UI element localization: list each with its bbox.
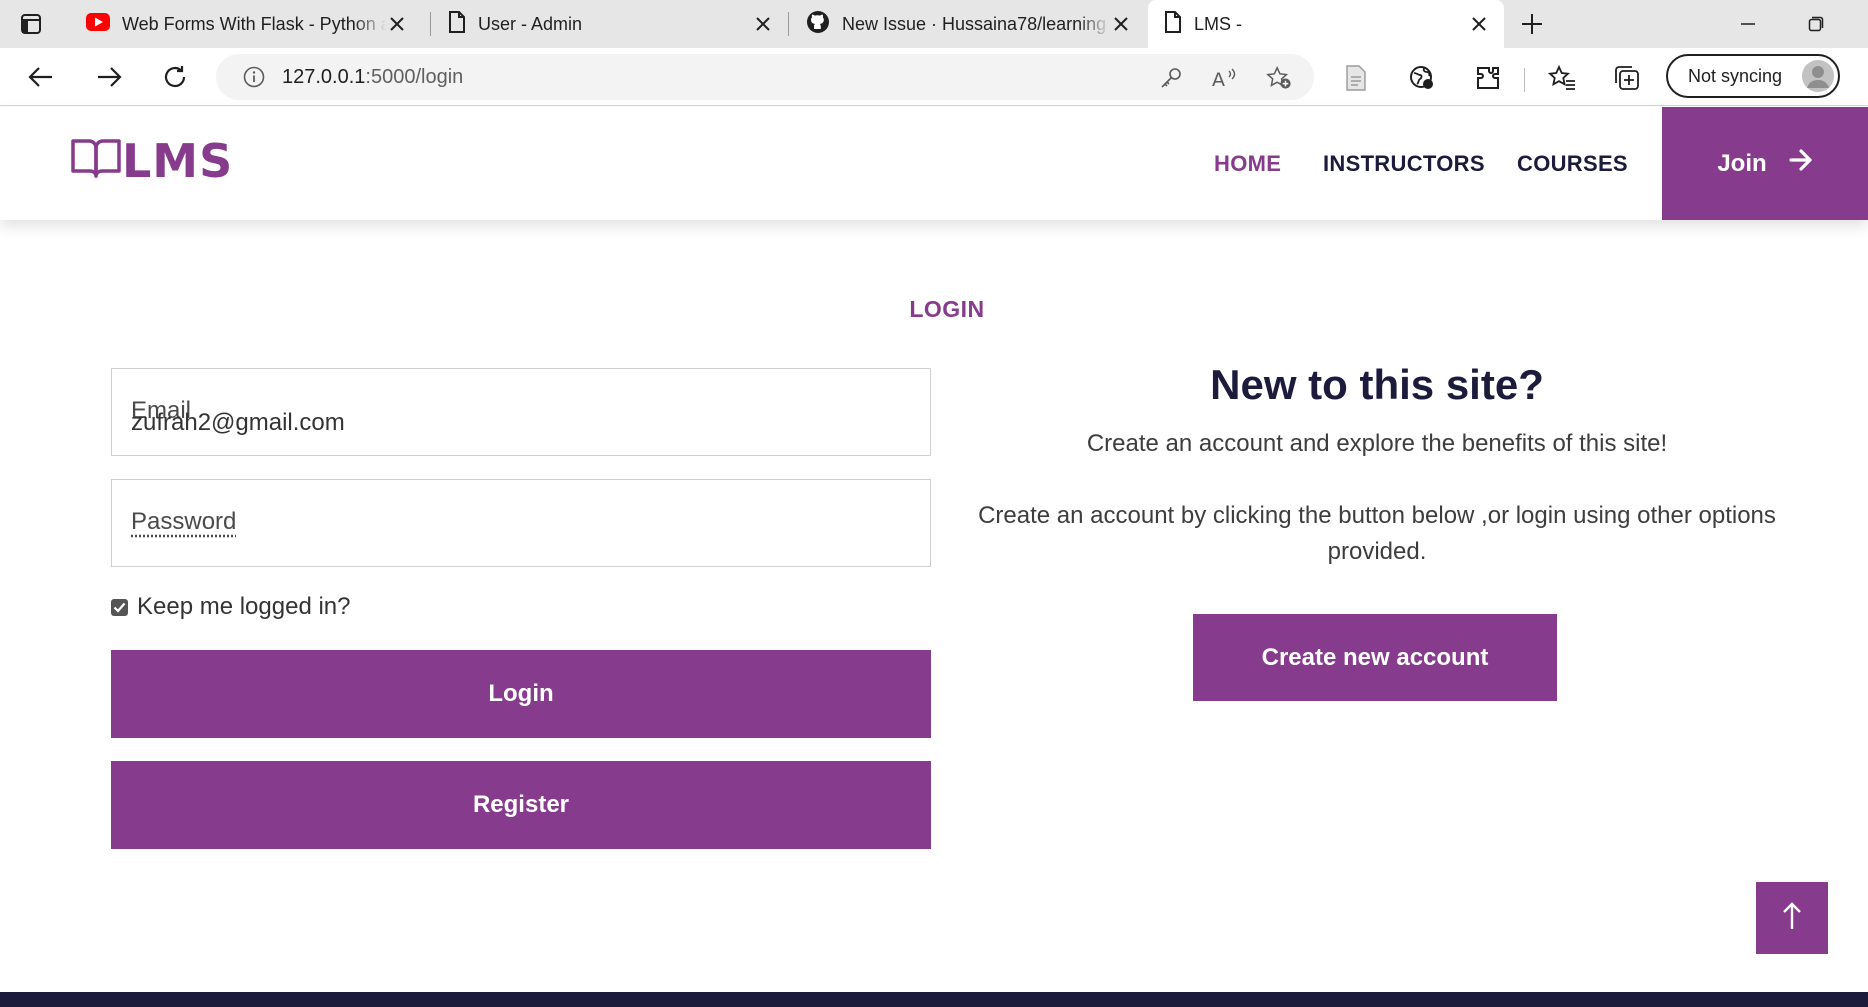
read-aloud-icon[interactable]: A (1212, 65, 1238, 91)
page-icon (1164, 10, 1182, 38)
svg-text:A: A (1212, 69, 1225, 90)
page-title: LOGIN (909, 296, 985, 322)
nav-item-courses[interactable]: COURSES (1517, 151, 1628, 177)
reload-icon[interactable] (160, 62, 190, 92)
close-icon[interactable] (386, 13, 408, 35)
youtube-icon (86, 12, 110, 36)
address-bar[interactable]: 127.0.0.1:5000/login (216, 54, 1314, 100)
sync-label: Not syncing (1688, 65, 1783, 86)
minimize-icon[interactable] (1736, 12, 1760, 36)
tab-lms[interactable]: LMS - (1148, 0, 1504, 48)
nav-item-instructors[interactable]: INSTRUCTORS (1323, 151, 1485, 177)
add-favorite-icon[interactable] (1266, 65, 1292, 91)
tab-separator (430, 12, 431, 36)
close-icon[interactable] (1110, 13, 1132, 35)
join-button[interactable]: Join (1662, 107, 1868, 220)
favorites-icon[interactable] (1548, 64, 1576, 92)
arrow-up-icon (1781, 901, 1803, 936)
url-text[interactable]: 127.0.0.1:5000/login (282, 66, 463, 89)
signup-text-1: Create an account and explore the benefi… (1086, 430, 1668, 458)
github-icon (806, 10, 830, 39)
tab-title: LMS - (1194, 13, 1243, 34)
join-label: Join (1717, 149, 1767, 177)
tab-new-issue[interactable]: New Issue · Hussaina78/learning (790, 0, 1146, 48)
email-field[interactable]: Email zufrah2@gmail.com (111, 368, 931, 456)
book-icon (70, 137, 122, 184)
nav-link-home[interactable]: HOME (1214, 151, 1281, 176)
tab-actions-icon[interactable] (18, 11, 44, 37)
tab-title: New Issue · Hussaina78/learning (842, 13, 1107, 34)
browser-toolbar: 127.0.0.1:5000/login A Not syncing (0, 48, 1868, 106)
back-icon[interactable] (26, 62, 56, 92)
tab-web-forms[interactable]: Web Forms With Flask - Python and Flask … (70, 0, 422, 48)
tab-separator (788, 12, 789, 36)
avatar (1802, 60, 1834, 92)
login-label: Login (488, 680, 554, 707)
email-value[interactable]: zufrah2@gmail.com (131, 409, 345, 437)
restore-icon[interactable] (1804, 12, 1828, 36)
info-icon[interactable] (242, 65, 266, 89)
page-icon (448, 10, 466, 38)
create-account-label: Create new account (1261, 643, 1489, 671)
keep-logged-in-label: Keep me logged in? (137, 593, 351, 620)
url-path: :5000/login (365, 65, 464, 88)
site-header: LMS HOME INSTRUCTORS COURSES Join (0, 107, 1868, 220)
close-icon[interactable] (1468, 13, 1490, 35)
logo-text: LMS (122, 133, 234, 188)
key-icon[interactable] (1158, 65, 1184, 91)
keep-logged-in-checkbox[interactable] (111, 598, 128, 616)
create-account-button[interactable]: Create new account (1193, 614, 1557, 701)
site-logo[interactable]: LMS (70, 137, 233, 184)
toolbar-separator (1524, 68, 1525, 92)
signup-text-2: Create an account by clicking the button… (978, 502, 1776, 566)
nav-item-home[interactable]: HOME (1214, 151, 1281, 177)
url-host: 127.0.0.1 (282, 65, 366, 88)
tab-title: User - Admin (478, 13, 583, 34)
footer (0, 992, 1868, 1007)
new-tab-button[interactable] (1518, 10, 1546, 38)
register-label: Register (472, 791, 570, 818)
scroll-to-top-button[interactable] (1756, 882, 1828, 954)
reading-view-icon[interactable] (1342, 64, 1370, 92)
signup-title: New to this site? (1210, 361, 1544, 408)
extensions-icon[interactable] (1474, 64, 1502, 92)
nav-link-courses[interactable]: COURSES (1517, 151, 1628, 176)
tab-user-admin[interactable]: User - Admin (432, 0, 788, 48)
password-field[interactable]: Password (111, 479, 931, 567)
browser-tab-bar: Web Forms With Flask - Python and Flask … (0, 0, 1868, 48)
keep-logged-in-row[interactable]: Keep me logged in? (111, 593, 351, 621)
login-button[interactable]: Login (111, 650, 931, 738)
nav-link-instructors[interactable]: INSTRUCTORS (1323, 151, 1485, 176)
sync-status-button[interactable]: Not syncing (1666, 54, 1840, 98)
password-label: Password (131, 508, 237, 535)
register-button[interactable]: Register (111, 761, 931, 849)
collections-icon[interactable] (1614, 64, 1642, 92)
signup-panel: New to this site? Create an account and … (972, 360, 1782, 570)
arrow-right-icon (1789, 149, 1813, 178)
close-icon[interactable] (752, 13, 774, 35)
forward-icon[interactable] (94, 62, 124, 92)
browser-essentials-icon[interactable] (1408, 64, 1436, 92)
tab-title: Web Forms With Flask - Python and Flask … (122, 13, 386, 34)
